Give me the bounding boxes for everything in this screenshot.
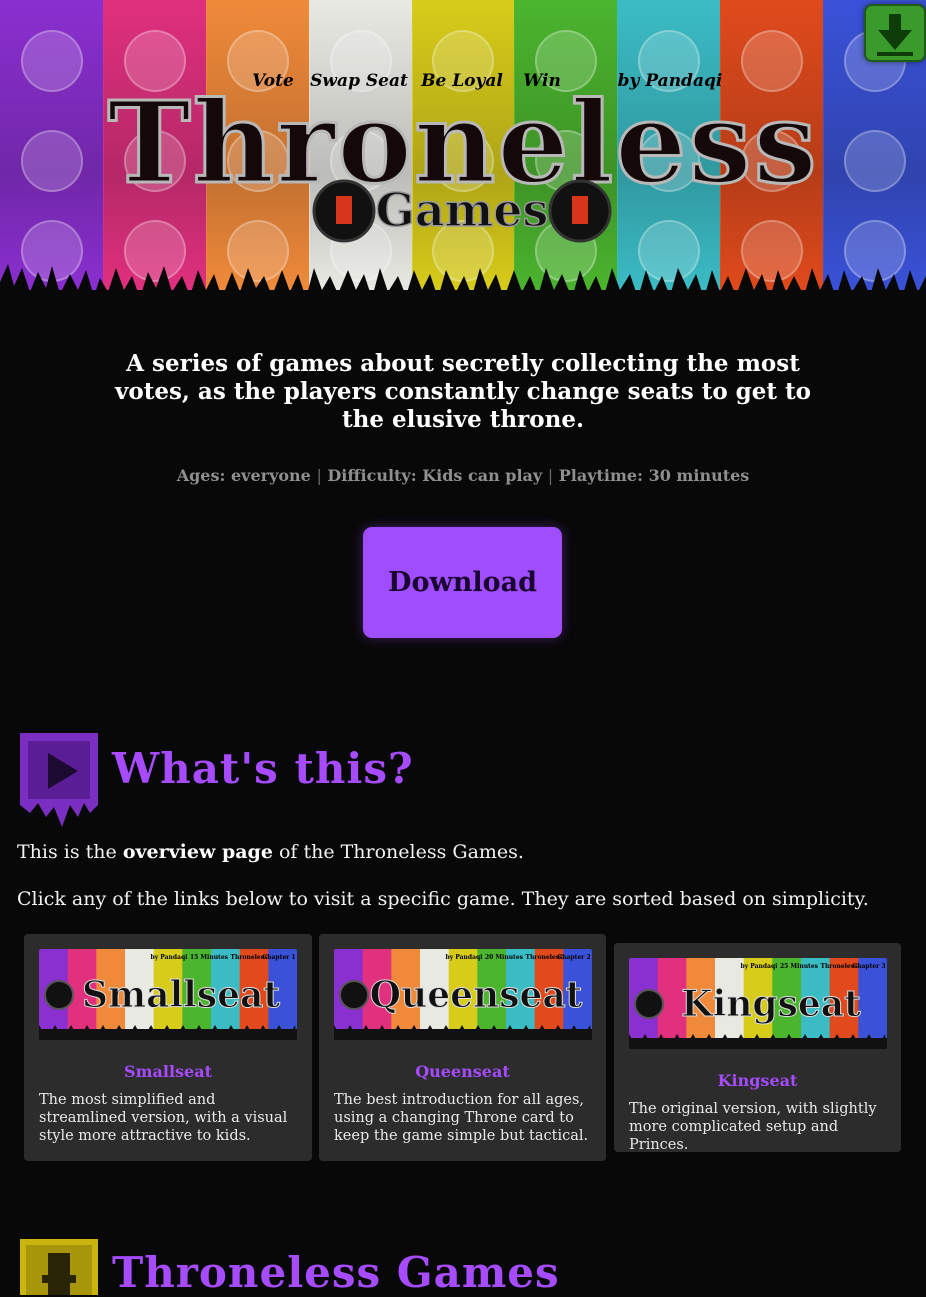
thumb-banner-tag: 15 Minutes — [190, 954, 229, 961]
kingseat-thumbnail: by Pandaqi 25 Minutes Throneless Chapter 3K… — [629, 958, 887, 1049]
instructions-paragraph: Click any of the links below to visit a … — [17, 888, 869, 910]
thumb-banner-tag: Chapter 1 — [262, 954, 295, 961]
playtime-value: 30 minutes — [648, 466, 750, 485]
whats-this-title: What's this? — [112, 744, 414, 793]
p1-before: This is the — [17, 841, 123, 863]
playtime-label: Playtime: — [558, 466, 644, 485]
thumb-strip — [858, 958, 887, 1038]
smallseat-thumbnail: by Pandaqi 15 Minutes Throneless Chapter 1S… — [39, 949, 297, 1040]
ages-label: Ages: — [176, 466, 226, 485]
game-card-kingseat[interactable]: by Pandaqi 25 Minutes Throneless Chapter 3K… — [614, 943, 901, 1153]
thumb-banner-tag: by Pandaqi — [446, 954, 484, 961]
throneless-games-title: Throneless Games — [112, 1248, 560, 1297]
p1-after: of the Throneless Games. — [272, 841, 524, 863]
play-icon — [20, 733, 98, 827]
queenseat-description: The best introduction for all ages, usin… — [334, 1092, 589, 1144]
throne-icon — [20, 1239, 98, 1295]
queenseat-thumbnail: by Pandaqi 20 Minutes Throneless Chapter 2Q… — [334, 949, 592, 1040]
smallseat-description: The most simplified and streamlined vers… — [39, 1092, 288, 1144]
thumb-emblem — [44, 980, 74, 1010]
throne-emblem-left — [312, 179, 376, 243]
thumb-banner-tag: by Pandaqi — [151, 954, 189, 961]
header-banner: Vote Swap Seat Be Loyal Win by Pandaqi T… — [0, 0, 926, 320]
thumb-banner-tag: by Pandaqi — [741, 963, 779, 970]
throneless-logo: Vote Swap Seat Be Loyal Win by Pandaqi T… — [106, 71, 818, 243]
tagline: A series of games about secretly collect… — [115, 350, 811, 433]
thumb-emblem — [339, 980, 369, 1010]
queenseat-title-link[interactable]: Queenseat — [319, 1062, 606, 1081]
kingseat-title-link[interactable]: Kingseat — [614, 1071, 901, 1090]
ages-value: everyone — [230, 466, 311, 485]
throne-emblem-right — [548, 179, 612, 243]
thumb-banner-tag: 25 Minutes — [780, 963, 819, 970]
game-card-smallseat[interactable]: by Pandaqi 15 Minutes Throneless Chapter 1S… — [24, 934, 312, 1161]
download-button[interactable]: Download — [363, 527, 562, 638]
meta-separator: | — [316, 466, 322, 485]
logo-games: Games — [376, 183, 549, 237]
thumb-emblem — [634, 989, 664, 1019]
thumb-logo-text: Queenseat — [370, 974, 583, 1016]
kingseat-description: The original version, with slightly more… — [629, 1101, 877, 1153]
meta-separator: | — [547, 466, 554, 485]
thumb-logo-text: Smallseat — [82, 974, 280, 1016]
game-meta: Ages: everyone | Difficulty: Kids can pl… — [0, 466, 926, 485]
overview-page-bold: overview page — [122, 841, 273, 863]
thumb-logo-text: Kingseat — [681, 983, 861, 1025]
thumb-banner-tag: Chapter 3 — [852, 963, 885, 970]
thumb-banner-tag: 20 Minutes — [485, 954, 524, 961]
thumb-banner-tag: Chapter 2 — [557, 954, 590, 961]
game-card-queenseat[interactable]: by Pandaqi 20 Minutes Throneless Chapter 2Q… — [319, 934, 606, 1161]
download-arrow-icon — [877, 14, 913, 56]
difficulty-value: Kids can play — [422, 466, 543, 485]
download-corner-button[interactable] — [864, 4, 926, 62]
difficulty-label: Difficulty: — [327, 466, 417, 485]
overview-paragraph: This is the overview page of the Thronel… — [17, 841, 524, 863]
smallseat-title-link[interactable]: Smallseat — [24, 1062, 312, 1081]
